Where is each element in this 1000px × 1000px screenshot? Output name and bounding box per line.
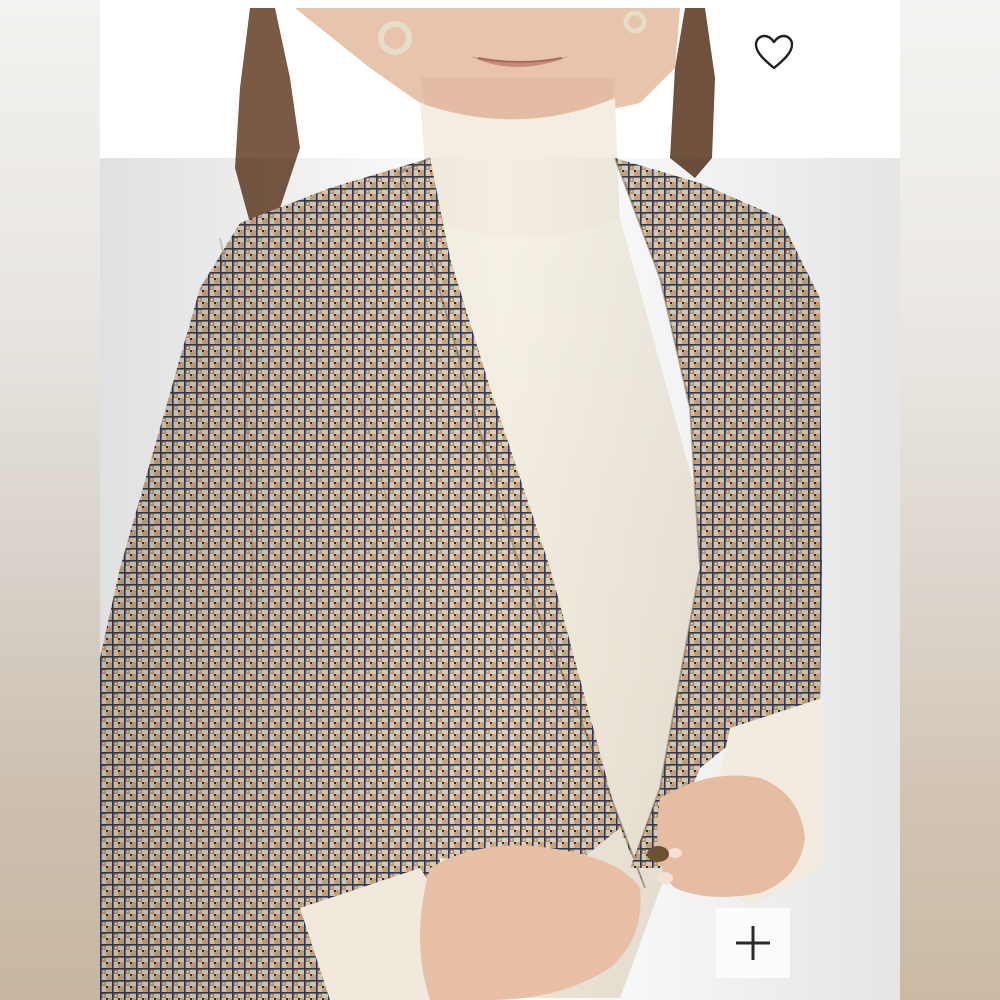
plus-icon (736, 926, 770, 960)
product-image[interactable] (100, 8, 900, 1000)
zoom-button[interactable] (716, 908, 790, 978)
product-gallery (0, 0, 1000, 1000)
heart-outline-icon (754, 34, 794, 70)
gallery-backdrop-right (900, 0, 1000, 1000)
gallery-backdrop-left (0, 0, 100, 1000)
wishlist-button[interactable] (748, 26, 800, 78)
